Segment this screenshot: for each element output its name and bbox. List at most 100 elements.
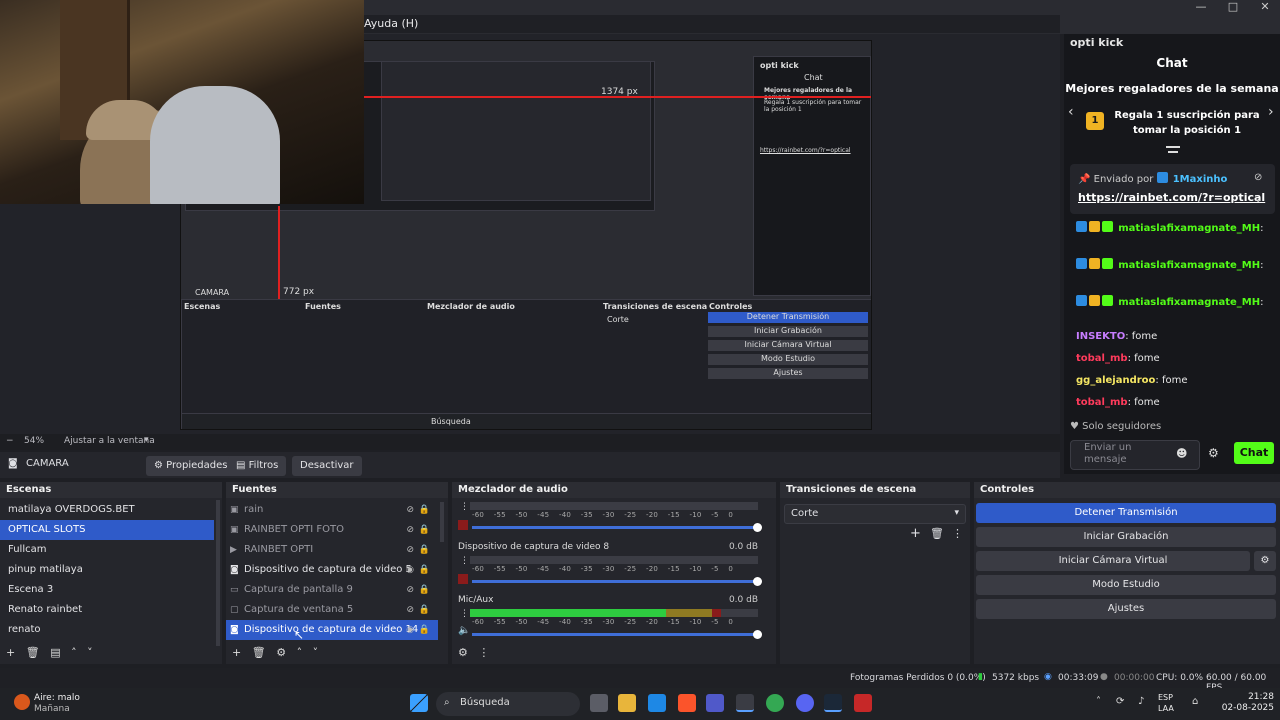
source-item[interactable]: ◙ Dispositivo de captura de video 5 ◉ 🔒 xyxy=(226,560,438,580)
chevron-left-icon[interactable]: ‹ xyxy=(1068,104,1074,120)
move-down-icon[interactable]: ˅ xyxy=(87,646,93,659)
chat-username[interactable]: INSEKTO xyxy=(1076,331,1125,342)
studio-mode-button[interactable]: Modo Estudio xyxy=(976,575,1276,595)
lock-icon[interactable]: 🔒 xyxy=(419,500,430,520)
scene-item[interactable]: Renato rainbet xyxy=(0,600,214,620)
kebab-menu-icon[interactable]: ⋮ xyxy=(952,527,963,540)
source-item[interactable]: ▢ Captura de ventana 5 ⊘ 🔒 xyxy=(226,600,438,620)
mute-icon[interactable] xyxy=(458,574,468,584)
menu-help[interactable]: Ayuda (H) xyxy=(364,17,418,30)
settings-button[interactable]: Ajustes xyxy=(976,599,1276,619)
mute-icon[interactable] xyxy=(458,520,468,530)
add-icon[interactable]: + xyxy=(6,646,15,659)
virtual-camera-button[interactable]: Iniciar Cámara Virtual xyxy=(976,551,1250,571)
move-down-icon[interactable]: ˅ xyxy=(313,646,319,659)
chat-username[interactable]: tobal_mb xyxy=(1076,397,1128,408)
chevron-up-icon[interactable]: ˄ xyxy=(1096,696,1101,707)
filter-icon[interactable]: ▤ xyxy=(50,646,60,659)
language-indicator[interactable]: ESP LAA xyxy=(1158,692,1174,714)
unpin-icon[interactable]: ⊘ xyxy=(1254,172,1262,183)
scenes-scrollbar[interactable] xyxy=(216,500,220,646)
trash-icon[interactable]: 🗑 xyxy=(252,646,266,659)
task-view-icon[interactable] xyxy=(590,694,608,712)
close-button[interactable]: ✕ xyxy=(1250,0,1280,14)
lock-icon[interactable]: 🔒 xyxy=(419,600,430,620)
maximize-button[interactable]: □ xyxy=(1218,0,1248,14)
chrome-icon[interactable] xyxy=(766,694,784,712)
scene-item[interactable]: Fullcam xyxy=(0,540,214,560)
add-icon[interactable]: + xyxy=(910,526,921,541)
chat-username[interactable]: tobal_mb xyxy=(1076,353,1128,364)
scene-item[interactable]: matilaya OVERDOGS.BET xyxy=(0,500,214,520)
scene-item-selected[interactable]: OPTICAL SLOTS xyxy=(0,520,214,540)
source-item[interactable]: ▣ RAINBET OPTI FOTO ⊘ 🔒 xyxy=(226,520,438,540)
source-item[interactable]: ▭ Captura de pantalla 9 ⊘ 🔒 xyxy=(226,580,438,600)
gear-icon[interactable]: ⚙ xyxy=(276,646,286,659)
emoji-icon[interactable]: ☻ xyxy=(1176,447,1187,460)
chat-username[interactable]: matiaslafixamagnate_MH xyxy=(1118,297,1260,308)
zoom-fit-label[interactable]: Ajustar a la ventana xyxy=(64,436,155,446)
source-item-selected[interactable]: ◙ Dispositivo de captura de video 14 ◉ 🔒 xyxy=(226,620,438,640)
windows-start-icon[interactable] xyxy=(410,694,428,712)
eye-hidden-icon[interactable]: ⊘ xyxy=(406,580,414,600)
scene-item[interactable]: Escena 3 xyxy=(0,580,214,600)
eye-hidden-icon[interactable]: ⊘ xyxy=(406,600,414,620)
add-icon[interactable]: + xyxy=(232,646,241,659)
filters-button[interactable]: ▤ Filtros xyxy=(228,456,287,476)
move-up-icon[interactable]: ˄ xyxy=(297,646,303,659)
pinned-user[interactable]: 1Maxinho xyxy=(1173,174,1228,185)
stop-stream-button[interactable]: Detener Transmisión xyxy=(976,503,1276,523)
discord-icon[interactable] xyxy=(796,694,814,712)
lock-icon[interactable]: 🔒 xyxy=(419,580,430,600)
kebab-menu-icon[interactable]: ⋮ xyxy=(460,609,469,619)
trash-icon[interactable]: 🗑 xyxy=(930,527,944,540)
lock-icon[interactable]: 🔒 xyxy=(419,520,430,540)
lock-icon[interactable]: 🔒 xyxy=(419,540,430,560)
weather-widget[interactable]: Aire: malo Mañana xyxy=(34,693,80,715)
chat-username[interactable]: matiaslafixamagnate_MH xyxy=(1118,260,1260,271)
move-up-icon[interactable]: ˄ xyxy=(71,646,77,659)
taskbar-clock[interactable]: 21:28 02-08-2025 xyxy=(1218,692,1274,714)
minimize-button[interactable]: — xyxy=(1186,0,1216,14)
obs-icon[interactable] xyxy=(736,694,754,712)
microphone-icon[interactable]: ♪ xyxy=(1138,696,1144,707)
volume-slider[interactable] xyxy=(472,523,762,532)
weather-icon[interactable] xyxy=(14,694,30,710)
slider-knob[interactable] xyxy=(753,523,762,532)
gear-icon[interactable]: ⚙ xyxy=(1208,446,1224,460)
scene-item[interactable]: pinup matilaya xyxy=(0,560,214,580)
steam-icon[interactable] xyxy=(824,694,842,712)
lock-icon[interactable]: 🔒 xyxy=(419,560,430,580)
mixer-settings-icon[interactable]: ⚙ xyxy=(458,646,468,659)
collapse-icon[interactable] xyxy=(1166,146,1180,148)
eye-hidden-icon[interactable]: ⊘ xyxy=(406,500,414,520)
sync-icon[interactable]: ⟳ xyxy=(1116,696,1124,707)
store-icon[interactable] xyxy=(648,694,666,712)
zoom-out-icon[interactable]: − xyxy=(6,436,14,446)
eye-hidden-icon[interactable]: ⊘ xyxy=(406,540,414,560)
teams-icon[interactable] xyxy=(706,694,724,712)
chat-username[interactable]: gg_alejandroo xyxy=(1076,375,1155,386)
pinned-link[interactable]: https://rainbet.com/?r=optical xyxy=(1078,191,1265,204)
chat-send-button[interactable]: Chat xyxy=(1234,442,1274,464)
lock-icon[interactable]: 🔒 xyxy=(419,620,430,640)
eye-icon[interactable]: ◉ xyxy=(406,560,414,580)
dropdown-arrow-icon[interactable]: ▾ xyxy=(144,435,149,445)
eye-hidden-icon[interactable]: ⊘ xyxy=(406,520,414,540)
slider-knob[interactable] xyxy=(753,630,762,639)
scene-item[interactable]: renato xyxy=(0,620,214,640)
properties-button[interactable]: ⚙ Propiedades xyxy=(146,456,236,476)
file-explorer-icon[interactable] xyxy=(618,694,636,712)
slider-knob[interactable] xyxy=(753,577,762,586)
kebab-menu-icon[interactable]: ⋮ xyxy=(478,646,489,659)
trash-icon[interactable]: 🗑 xyxy=(26,646,40,659)
deactivate-button[interactable]: Desactivar xyxy=(292,456,362,476)
sources-scrollbar[interactable] xyxy=(440,502,444,542)
network-icon[interactable]: ⌂ xyxy=(1192,696,1198,707)
transition-select[interactable]: Corte ▾ xyxy=(784,504,966,524)
volume-slider[interactable] xyxy=(472,630,762,639)
brave-icon[interactable] xyxy=(678,694,696,712)
chat-username[interactable]: matiaslafixamagnate_MH xyxy=(1118,223,1260,234)
speaker-icon[interactable]: 🔈 xyxy=(458,625,470,636)
chevron-right-icon[interactable]: › xyxy=(1268,104,1274,120)
